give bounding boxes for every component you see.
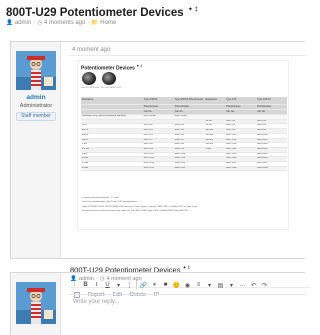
editor-toolbar: ⫶ B I U ▾ ⋮ 🔗 ⏸ ■ 🙂 ◉ ≡ ▾ ▤ ▾ … ↶ ↷: [69, 279, 306, 291]
spec-row: 25 kΩ 800T-U15 800H-U15 800T-U29 800H-U29: [81, 166, 287, 172]
spec-cell: 800H-U15: [173, 166, 205, 172]
product-caption: Cat. No. 800T-U29: [81, 87, 100, 89]
staff-badge: Staff member: [16, 112, 56, 121]
more-icon[interactable]: …: [237, 280, 248, 291]
folder-icon: 📁: [91, 20, 99, 26]
user-icon: 👤: [6, 20, 13, 26]
redo-icon[interactable]: ↷: [259, 280, 270, 291]
separator: ·: [33, 20, 36, 26]
align-dropdown-icon[interactable]: ▾: [204, 280, 215, 291]
insert-icon[interactable]: ◉: [182, 280, 193, 291]
reply-editor[interactable]: Write your reply...: [69, 294, 306, 335]
italic-button[interactable]: I: [91, 280, 102, 291]
document-title-icon: ✦ ‡: [136, 64, 143, 68]
thread-author-link[interactable]: admin: [15, 19, 31, 27]
toolbar-divider: [136, 281, 137, 289]
user-title: Administrator: [19, 103, 53, 109]
remove-format-icon[interactable]: ⫶: [69, 280, 80, 291]
bold-button[interactable]: B: [80, 280, 91, 291]
list-dropdown-icon[interactable]: ▾: [226, 280, 237, 291]
post-user-sidebar: admin Administrator Staff member: [11, 42, 61, 258]
username[interactable]: admin: [11, 94, 61, 101]
forum-link[interactable]: Home: [100, 19, 116, 27]
note: • For replacement resistive element only…: [81, 210, 189, 213]
underline-button[interactable]: U: [102, 280, 113, 291]
product-image-800t: [82, 72, 96, 85]
reply-placeholder: Write your reply...: [73, 299, 120, 305]
divider: [69, 55, 306, 56]
reply-user-sidebar: [11, 273, 61, 335]
spec-cell: 25 kΩ: [81, 166, 143, 172]
media-icon[interactable]: ⏸: [149, 280, 160, 291]
spec-cell: 800T-U15: [142, 166, 174, 172]
product-image-800fp: [102, 72, 116, 85]
document-title-text: Potentiometer Devices: [81, 65, 135, 72]
document-title: Potentiometer Devices ✦ ‡: [81, 64, 142, 72]
link-icon[interactable]: 🔗: [138, 280, 149, 291]
spec-cell: [204, 166, 226, 172]
title-prefix-icon: ✦ ‡: [187, 7, 198, 13]
spec-header-cell: Resistance: [81, 97, 143, 105]
spec-header-cell: Type 4/4X/13 Potentiometer: [173, 97, 205, 105]
thread-time[interactable]: 4 moments ago: [44, 19, 85, 27]
spec-header-cell: Type 4/13: [225, 97, 257, 105]
thread-meta: 👤 admin · ◷ 4 moments ago · 📁 Home: [6, 19, 116, 27]
sidebar-pointer: [60, 60, 64, 68]
more-text-options-icon[interactable]: ▾: [113, 280, 124, 291]
undo-icon[interactable]: ↶: [248, 280, 259, 291]
product-caption: Cat. No. 800FP-U29: [101, 87, 121, 89]
smilies-icon[interactable]: 🙂: [171, 280, 182, 291]
avatar[interactable]: [16, 282, 56, 324]
post-body-title-icon: ✦ ‡: [182, 265, 191, 270]
spec-table: Resistance Type 4/4X/13 Type 4/4X/13 Poten…: [81, 97, 287, 172]
clock-icon: ◷: [37, 20, 43, 26]
avatar[interactable]: [16, 51, 56, 90]
align-icon[interactable]: ≡: [193, 280, 204, 291]
more-options-icon[interactable]: ⋮: [124, 280, 135, 291]
image-icon[interactable]: ■: [160, 280, 171, 291]
post: admin Administrator Staff member 4 momen…: [10, 41, 311, 298]
spec-header-cell: Resistance: [204, 97, 226, 105]
page-title: 800T-U29 Potentiometer Devices ✦ ‡: [6, 3, 198, 20]
attached-document[interactable]: Potentiometer Devices ✦ ‡ Cat. No. 800T-…: [77, 60, 289, 230]
separator: ·: [87, 20, 90, 26]
page-title-text: 800T-U29 Potentiometer Devices: [6, 6, 184, 19]
document-notes: • Legend sold separately with "U" suffix…: [81, 196, 287, 214]
spec-header-cell: Type 4/4X/13: [142, 97, 174, 105]
post-time[interactable]: 4 moment ago: [72, 47, 110, 53]
spec-header-row: Resistance Type 4/4X/13 Type 4/4X/13 Poten…: [81, 97, 287, 105]
spec-header-cell: Type 4/4X/13: [256, 97, 287, 105]
spec-cell: 800T-U29: [225, 166, 257, 172]
list-icon[interactable]: ▤: [215, 280, 226, 291]
quick-reply: ⫶ B I U ▾ ⋮ 🔗 ⏸ ■ 🙂 ◉ ≡ ▾ ▤ ▾ … ↶ ↷ Writ…: [10, 272, 306, 335]
spec-cell: 800H-U29: [256, 166, 287, 172]
